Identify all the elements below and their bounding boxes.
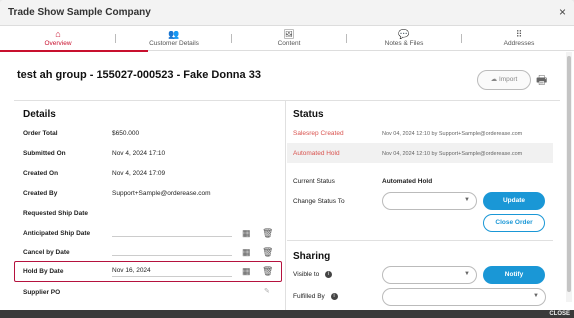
close-order-button[interactable]: Close Order [483,214,545,232]
tab-separator [461,34,462,43]
import-label: Import [498,76,518,83]
modal-footer: CLOSE [0,310,574,318]
tab-notes-files[interactable]: 💬 Notes & Files [354,27,454,51]
update-button[interactable]: Update [483,192,545,210]
hold-by-date-value[interactable]: Nov 16, 2024 [112,267,151,274]
hold-by-date-field[interactable] [112,276,232,277]
created-on-label: Created On [23,170,59,177]
hold-by-date-label: Hold By Date [23,268,64,275]
tab-label: Overview [44,40,72,47]
tab-separator [231,34,232,43]
fulfilled-by-text: Fulfilled By [293,293,325,301]
status-history-meta: Nov 04, 2024 12:10 by Support+Sample@ord… [382,151,523,157]
section-divider [287,240,553,241]
change-status-select[interactable]: ▼ [382,192,477,210]
details-heading: Details [23,109,56,120]
tab-separator [115,34,116,43]
anticipated-ship-date-field[interactable] [112,236,232,237]
order-total-value: $650.000 [112,130,140,137]
tab-label: Customer Details [149,40,199,47]
notify-button[interactable]: Notify [483,266,545,284]
visible-to-label: Visible to i [293,271,333,279]
info-icon[interactable]: i [330,293,338,300]
tab-label: Notes & Files [384,40,424,47]
info-icon[interactable]: i [325,271,333,278]
trash-icon[interactable]: 🗑 [262,266,273,277]
tab-customer-details[interactable]: 👥 Customer Details [124,27,224,51]
trash-icon[interactable]: 🗑 [262,247,273,258]
order-total-label: Order Total [23,130,58,137]
chevron-down-icon: ▼ [533,293,539,299]
anticipated-ship-date-label: Anticipated Ship Date [23,230,91,237]
grid-icon: ⠿ [515,29,523,39]
home-icon: ⌂ [55,29,61,39]
calendar-icon[interactable]: ▦ [242,247,251,258]
tab-content[interactable]: 🖼 Content [239,27,339,51]
supplier-po-label: Supplier PO [23,289,61,296]
modal-titlebar: Trade Show Sample Company × [0,0,574,26]
status-history-label: Salesrep Created [293,130,344,137]
tab-bar: ⌂ Overview 👥 Customer Details 🖼 Content … [0,27,574,52]
visible-to-text: Visible to [293,271,320,279]
created-by-value: Support+Sample@orderease.com [112,190,211,197]
close-button[interactable]: CLOSE [549,310,570,318]
requested-ship-date-label: Requested Ship Date [23,210,89,217]
column-divider [285,100,286,310]
calendar-icon[interactable]: ▦ [242,266,251,277]
tab-label: Addresses [503,40,535,47]
import-button[interactable]: ☁ Import [477,70,531,90]
scrollbar-thumb[interactable] [567,56,571,292]
modal-title: Trade Show Sample Company [8,7,151,18]
submitted-on-label: Submitted On [23,150,66,157]
comment-icon: 💬 [398,29,410,39]
trash-icon[interactable]: 🗑 [262,228,273,239]
current-status-value: Automated Hold [382,178,433,185]
status-history-label: Automated Hold [293,150,340,157]
calendar-icon[interactable]: ▦ [242,228,251,239]
close-icon[interactable]: × [559,5,566,19]
current-status-label: Current Status [293,178,335,185]
tab-addresses[interactable]: ⠿ Addresses [469,27,569,51]
chevron-down-icon: ▼ [464,271,470,277]
cancel-by-date-label: Cancel by Date [23,249,70,256]
cancel-by-date-field[interactable] [112,255,232,256]
order-modal: Trade Show Sample Company × ⌂ Overview 👥… [0,0,574,310]
fulfilled-by-select[interactable]: ▼ [382,288,546,306]
tab-label: Content [277,40,301,47]
created-on-value: Nov 4, 2024 17:09 [112,170,166,177]
chevron-down-icon: ▼ [464,197,470,203]
created-by-label: Created By [23,190,58,197]
cloud-upload-icon: ☁ [490,76,498,83]
visible-to-select[interactable]: ▼ [382,266,477,284]
status-heading: Status [293,109,324,120]
tab-separator [346,34,347,43]
print-icon[interactable]: 🖶 [536,71,547,92]
tab-overview[interactable]: ⌂ Overview [0,27,148,52]
change-status-label: Change Status To [293,198,345,205]
edit-icon[interactable]: ✎ [264,287,270,295]
image-icon: 🖼 [283,29,295,39]
users-icon: 👥 [168,29,180,39]
submitted-on-value: Nov 4, 2024 17:10 [112,150,166,157]
page-title: test ah group - 155027-000523 - Fake Don… [17,69,261,81]
status-history-meta: Nov 04, 2024 12:10 by Support+Sample@ord… [382,131,523,137]
section-divider [14,100,560,101]
fulfilled-by-label: Fulfilled By i [293,293,338,300]
sharing-heading: Sharing [293,251,331,262]
